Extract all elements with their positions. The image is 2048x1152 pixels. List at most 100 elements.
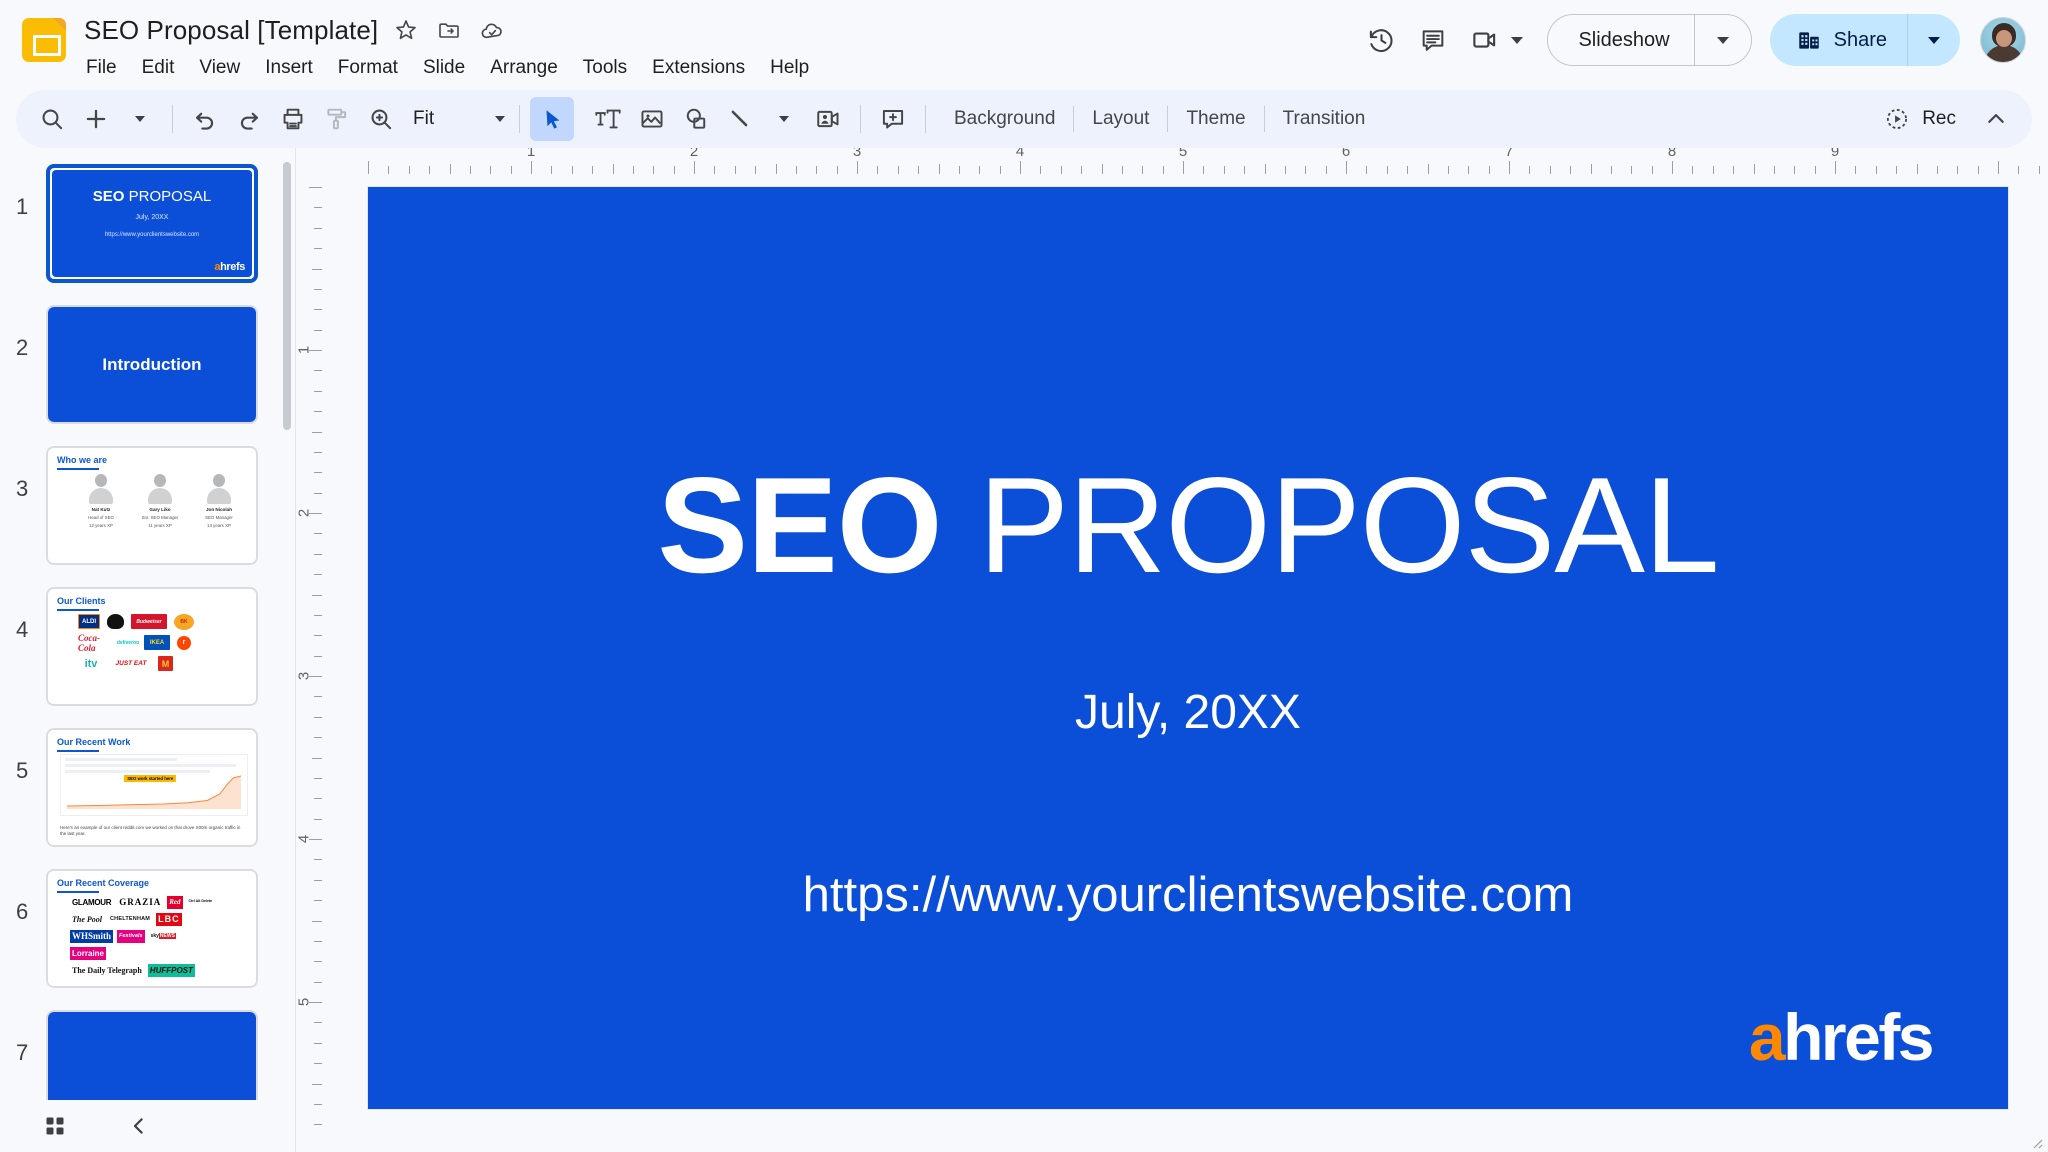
ruler-tick <box>836 166 838 174</box>
menu-help[interactable]: Help <box>759 53 820 83</box>
slide-thumbnail[interactable]: Introduction <box>46 305 258 424</box>
filmstrip-slide-5[interactable]: 5 Our Recent Work SEO work started here … <box>0 728 285 847</box>
insert-image-icon[interactable] <box>630 97 674 141</box>
text-box-icon[interactable] <box>586 97 630 141</box>
redo-icon[interactable] <box>227 97 271 141</box>
new-slide-icon[interactable] <box>74 97 118 141</box>
slide-thumbnail[interactable]: Our Recent Coverage GLAMOUR GRAZIA Red C… <box>46 869 258 988</box>
version-history-icon[interactable] <box>1355 14 1407 66</box>
menu-edit[interactable]: Edit <box>131 53 186 83</box>
menu-view[interactable]: View <box>188 53 251 83</box>
slide-thumbnail[interactable]: Our Clients ALDI Budweiser BK Coca-Cola … <box>46 587 258 706</box>
ruler-tick <box>314 614 322 616</box>
menu-arrange[interactable]: Arrange <box>479 53 569 83</box>
line-icon[interactable] <box>718 97 762 141</box>
meet-call-button[interactable] <box>1459 14 1529 66</box>
insert-video-icon[interactable] <box>806 97 850 141</box>
select-cursor-icon[interactable] <box>530 97 574 141</box>
ruler-tick <box>314 1022 322 1024</box>
line-dropdown[interactable] <box>762 97 806 141</box>
ruler-tick <box>1447 166 1449 174</box>
ruler-tick <box>314 818 322 820</box>
background-button[interactable]: Background <box>936 97 1073 141</box>
ruler-label: 8 <box>1667 148 1677 160</box>
ruler-tick <box>469 166 471 174</box>
ruler-tick <box>314 1042 322 1044</box>
zoom-icon[interactable] <box>359 97 403 141</box>
print-icon[interactable] <box>271 97 315 141</box>
ruler-tick <box>429 166 431 174</box>
filmstrip-slide-1[interactable]: 1 SEO PROPOSAL July, 20XX https://www.yo… <box>0 164 285 283</box>
slideshow-button[interactable]: Slideshow <box>1547 14 1752 66</box>
client-logo: JUST EAT <box>115 660 147 667</box>
slide-thumbnail[interactable]: SEO PROPOSAL July, 20XX https://www.your… <box>46 164 258 283</box>
slide-title[interactable]: SEO PROPOSAL <box>368 457 2008 593</box>
menu-file[interactable]: File <box>75 53 128 83</box>
share-dropdown[interactable] <box>1908 14 1960 66</box>
slide-url[interactable]: https://www.yourclientswebsite.com <box>368 867 2008 923</box>
paint-format-icon[interactable] <box>315 97 359 141</box>
menu-slide[interactable]: Slide <box>412 53 476 83</box>
thumb-date: July, 20XX <box>135 214 169 221</box>
ruler-tick <box>755 166 757 174</box>
slide-thumbnail[interactable] <box>46 1010 258 1100</box>
slide-date[interactable]: July, 20XX <box>368 685 2008 740</box>
horizontal-ruler[interactable]: 1 2 3 4 5 6 7 8 9 <box>340 148 2048 174</box>
thumb-heading: Our Recent Work <box>57 737 131 747</box>
person-avatar-icon <box>206 474 232 504</box>
undo-icon[interactable] <box>183 97 227 141</box>
vertical-ruler[interactable]: 1 2 3 4 5 <box>296 174 322 1152</box>
move-to-folder-icon[interactable] <box>434 15 464 45</box>
menu-insert[interactable]: Insert <box>254 53 324 83</box>
menu-extensions[interactable]: Extensions <box>641 53 756 83</box>
comment-history-icon[interactable] <box>1407 14 1459 66</box>
cloud-saved-icon[interactable] <box>477 15 507 45</box>
user-avatar[interactable] <box>1980 17 2026 63</box>
main-toolbar: Fit Background Layout Theme Transition R… <box>16 90 2032 148</box>
menu-format[interactable]: Format <box>327 53 409 83</box>
transition-button[interactable]: Transition <box>1265 97 1384 141</box>
grid-view-icon[interactable] <box>38 1109 72 1143</box>
meet-dropdown-caret-icon[interactable] <box>1511 36 1524 44</box>
theme-button[interactable]: Theme <box>1168 97 1263 141</box>
filmstrip-slide-3[interactable]: 3 Who we are Nat Kutz Head of SEO 12 yea… <box>0 446 285 565</box>
filmstrip-scrollbar[interactable] <box>283 162 291 430</box>
slide-thumbnail[interactable]: Our Recent Work SEO work started here He… <box>46 728 258 847</box>
share-button[interactable]: Share <box>1769 14 1960 66</box>
layout-button[interactable]: Layout <box>1074 97 1167 141</box>
document-title[interactable]: SEO Proposal [Template] <box>84 15 378 46</box>
ruler-tick <box>314 879 322 881</box>
add-comment-icon[interactable] <box>871 97 915 141</box>
share-main[interactable]: Share <box>1770 14 1907 66</box>
zoom-level-select[interactable]: Fit <box>403 97 509 141</box>
ruler-tick <box>1101 164 1103 174</box>
thumb-url: https://www.yourclientswebsite.com <box>104 232 200 238</box>
ruler-tick <box>1814 166 1816 174</box>
shape-icon[interactable] <box>674 97 718 141</box>
new-slide-dropdown[interactable] <box>118 97 162 141</box>
ruler-tick <box>531 161 532 174</box>
meet-camera-icon[interactable] <box>1459 14 1511 66</box>
rec-button[interactable]: Rec <box>1866 97 1974 141</box>
filmstrip-slide-2[interactable]: 2 Introduction <box>0 305 285 424</box>
resize-grip[interactable] <box>2029 1135 2043 1149</box>
ruler-tick <box>592 166 594 174</box>
collapse-filmstrip-icon[interactable] <box>122 1109 156 1143</box>
ruler-tick <box>1916 164 1918 174</box>
rec-label: Rec <box>1922 108 1956 129</box>
active-slide-canvas[interactable]: SEO PROPOSAL July, 20XX https://www.your… <box>368 187 2008 1109</box>
ruler-tick <box>1977 166 1979 174</box>
slide-thumbnail[interactable]: Who we are Nat Kutz Head of SEO 12 years… <box>46 446 258 565</box>
chevron-down-icon <box>1716 36 1729 44</box>
filmstrip-slide-4[interactable]: 4 Our Clients ALDI Budweiser BK Coca-Col… <box>0 587 285 706</box>
search-icon[interactable] <box>30 97 74 141</box>
star-icon[interactable] <box>391 15 421 45</box>
client-logo: BK <box>174 613 194 630</box>
ruler-tick <box>1142 166 1144 174</box>
filmstrip-slide-7[interactable]: 7 <box>0 1010 285 1100</box>
menu-tools[interactable]: Tools <box>572 53 638 83</box>
collapse-toolbar-icon[interactable] <box>1974 97 2018 141</box>
team-member: Gary Liko Snr. SEO Manager 11 years XP <box>135 474 185 529</box>
slideshow-dropdown[interactable] <box>1695 15 1751 65</box>
filmstrip-slide-6[interactable]: 6 Our Recent Coverage GLAMOUR GRAZIA Red… <box>0 869 285 988</box>
